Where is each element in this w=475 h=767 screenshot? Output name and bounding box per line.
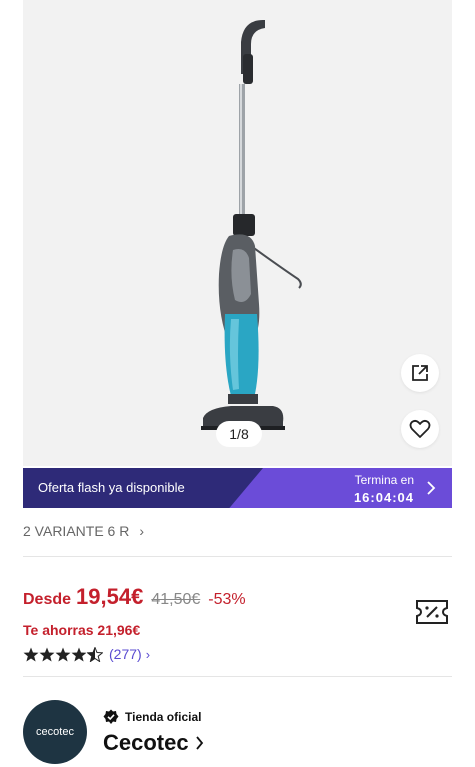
discount-badge: -53%: [208, 591, 246, 608]
store-name: Cecotec: [103, 729, 189, 755]
store-logo: cecotec: [23, 700, 87, 764]
star-rating: [23, 646, 103, 662]
official-store-badge: Tienda oficial: [103, 709, 204, 725]
chevron-right-icon: ›: [139, 523, 144, 539]
heart-outline-icon: [409, 419, 431, 438]
favorite-button[interactable]: [401, 410, 439, 448]
star-icon: [71, 647, 87, 661]
original-price: 41,50€: [151, 591, 201, 608]
store-section[interactable]: cecotec Tienda oficial Cecotec: [23, 700, 204, 764]
share-button[interactable]: [401, 354, 439, 392]
product-image: [201, 20, 302, 430]
current-price: 19,54€: [76, 584, 144, 609]
store-name-link[interactable]: Cecotec: [103, 730, 204, 756]
savings-text: Te ahorras 21,96€: [23, 622, 141, 638]
variants-selector[interactable]: 2 VARIANTE 6 R ›: [23, 523, 144, 539]
star-icon: [23, 647, 39, 661]
price-from-label: Desde: [23, 591, 72, 608]
chevron-right-icon: [427, 481, 436, 495]
flash-offer-label: Oferta flash ya disponible: [38, 480, 185, 495]
chevron-right-icon: [195, 735, 203, 750]
divider: [23, 556, 452, 557]
chevron-right-icon: ›: [145, 646, 151, 662]
review-count: (277): [109, 646, 142, 662]
ends-in-label: Termina en: [354, 473, 414, 487]
image-counter: 1/8: [216, 421, 262, 447]
price-row: Desde 19,54€ 41,50€ -53%: [23, 584, 246, 610]
product-image-gallery[interactable]: 1/8: [23, 0, 452, 466]
coupon-icon[interactable]: [414, 597, 450, 627]
rating-summary[interactable]: (277) ›: [23, 646, 150, 662]
divider: [23, 676, 452, 677]
star-icon: [39, 647, 55, 661]
share-external-icon: [412, 365, 428, 381]
store-logo-text: cecotec: [36, 726, 74, 738]
flash-countdown: Termina en 16:04:04: [354, 473, 414, 505]
countdown-timer: 16:04:04: [353, 490, 414, 505]
star-icon: [55, 647, 71, 661]
half-star-icon: [87, 646, 103, 662]
official-store-label: Tienda oficial: [125, 709, 202, 724]
variants-label: 2 VARIANTE 6 R: [23, 523, 130, 539]
verified-badge-icon: [103, 709, 119, 724]
flash-sale-banner[interactable]: Oferta flash ya disponible Termina en 16…: [23, 468, 452, 508]
